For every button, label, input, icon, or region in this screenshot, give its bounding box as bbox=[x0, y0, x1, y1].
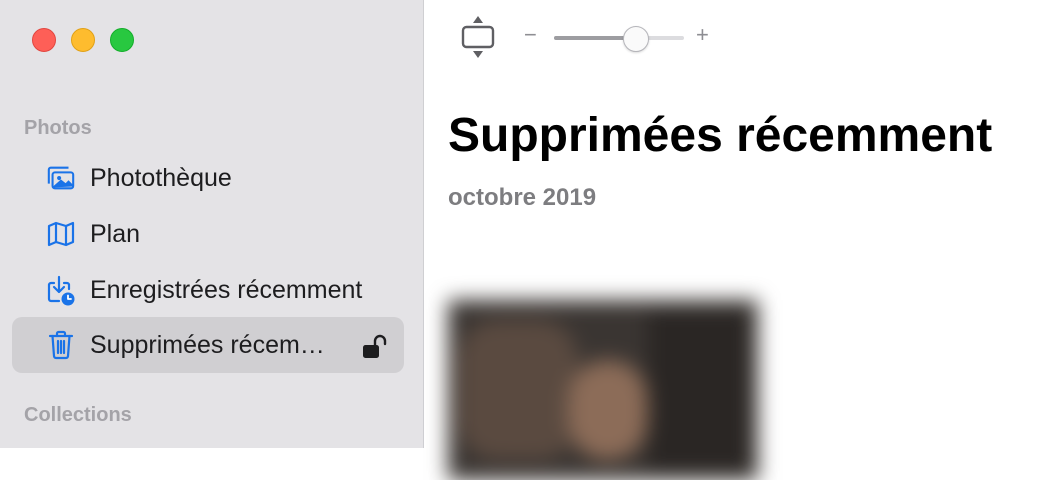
sidebar-item-label: Supprimées récem… bbox=[90, 330, 325, 359]
zoom-window-button[interactable] bbox=[110, 28, 134, 52]
close-window-button[interactable] bbox=[32, 28, 56, 52]
sidebar-item-plan[interactable]: Plan bbox=[12, 206, 404, 262]
unlocked-lock-icon[interactable] bbox=[362, 334, 390, 360]
sidebar: Photos Photothèque Plan Enregistrées réc… bbox=[0, 0, 424, 448]
page-title: Supprimées récemment bbox=[448, 109, 993, 162]
section-title-collections: Collections bbox=[24, 404, 132, 426]
download-clock-icon bbox=[46, 275, 76, 306]
photo-thumbnail[interactable] bbox=[448, 300, 758, 480]
zoom-in-icon[interactable]: + bbox=[696, 22, 709, 48]
trash-icon bbox=[46, 330, 76, 360]
sidebar-item-label: Photothèque bbox=[90, 163, 232, 192]
sidebar-item-label: Enregistrées récemment bbox=[90, 275, 363, 304]
section-title-photos: Photos bbox=[24, 117, 92, 139]
sidebar-item-phototheque[interactable]: Photothèque bbox=[12, 150, 404, 206]
zoom-slider-thumb[interactable] bbox=[622, 26, 649, 52]
zoom-out-icon[interactable]: − bbox=[524, 22, 537, 48]
minimize-window-button[interactable] bbox=[71, 28, 95, 52]
main-content: − + Supprimées récemment octobre 2019 bbox=[424, 0, 1056, 480]
sidebar-item-supprimees-recemment[interactable]: Supprimées récem… bbox=[12, 317, 404, 373]
sidebar-item-label: Plan bbox=[90, 219, 141, 248]
window-controls bbox=[32, 28, 134, 52]
sidebar-item-enregistrees-recemment[interactable]: Enregistrées récemment bbox=[12, 262, 404, 318]
date-section-heading: octobre 2019 bbox=[448, 184, 597, 211]
zoom-slider[interactable] bbox=[554, 26, 684, 52]
aspect-fit-toggle-icon[interactable] bbox=[460, 14, 496, 60]
map-icon bbox=[46, 219, 76, 249]
photo-library-icon bbox=[46, 163, 76, 193]
